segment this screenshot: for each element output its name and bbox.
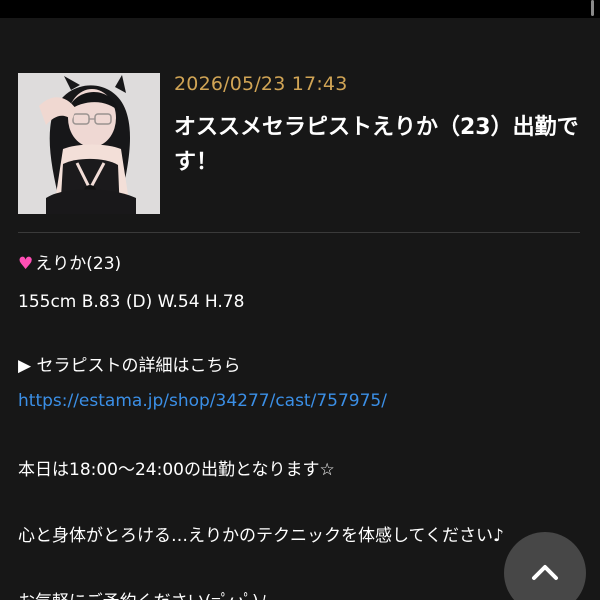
scrollbar-thumb[interactable] [591, 0, 594, 16]
post-date: 2026/05/23 17:43 [174, 73, 348, 95]
schedule-text: 本日は18:00〜24:00の出勤となります☆ [18, 460, 335, 480]
booking-text: お気軽にご予約ください(=ﾟωﾟ)ﾉ [18, 590, 267, 600]
therapist-name-line: ♥ えりか(23) [18, 252, 121, 276]
divider [18, 232, 580, 233]
heart-icon: ♥ [18, 254, 34, 274]
therapist-detail-link[interactable]: https://estama.jp/shop/34277/cast/757975… [18, 389, 387, 413]
page: 2026/05/23 17:43 オススメセラピストえりか（23）出勤です！ ♥… [0, 0, 600, 600]
scrollbar-track[interactable] [0, 0, 600, 18]
blog-post-card: 2026/05/23 17:43 オススメセラピストえりか（23）出勤です！ ♥… [0, 18, 600, 600]
chevron-up-icon [532, 565, 558, 580]
therapist-name: えりか(23) [35, 254, 122, 274]
therapist-photo-link[interactable] [18, 73, 160, 214]
therapist-photo [18, 73, 160, 214]
detail-heading: ▶ セラピストの詳細はこちら [18, 356, 241, 376]
therapist-stats: 155cm B.83 (D) W.54 H.78 [18, 292, 245, 312]
message-text: 心と身体がとろける…えりかのテクニックを体感してください♪ [18, 526, 504, 546]
post-title[interactable]: オススメセラピストえりか（23）出勤です！ [174, 110, 579, 180]
scroll-to-top-button[interactable] [504, 532, 586, 600]
